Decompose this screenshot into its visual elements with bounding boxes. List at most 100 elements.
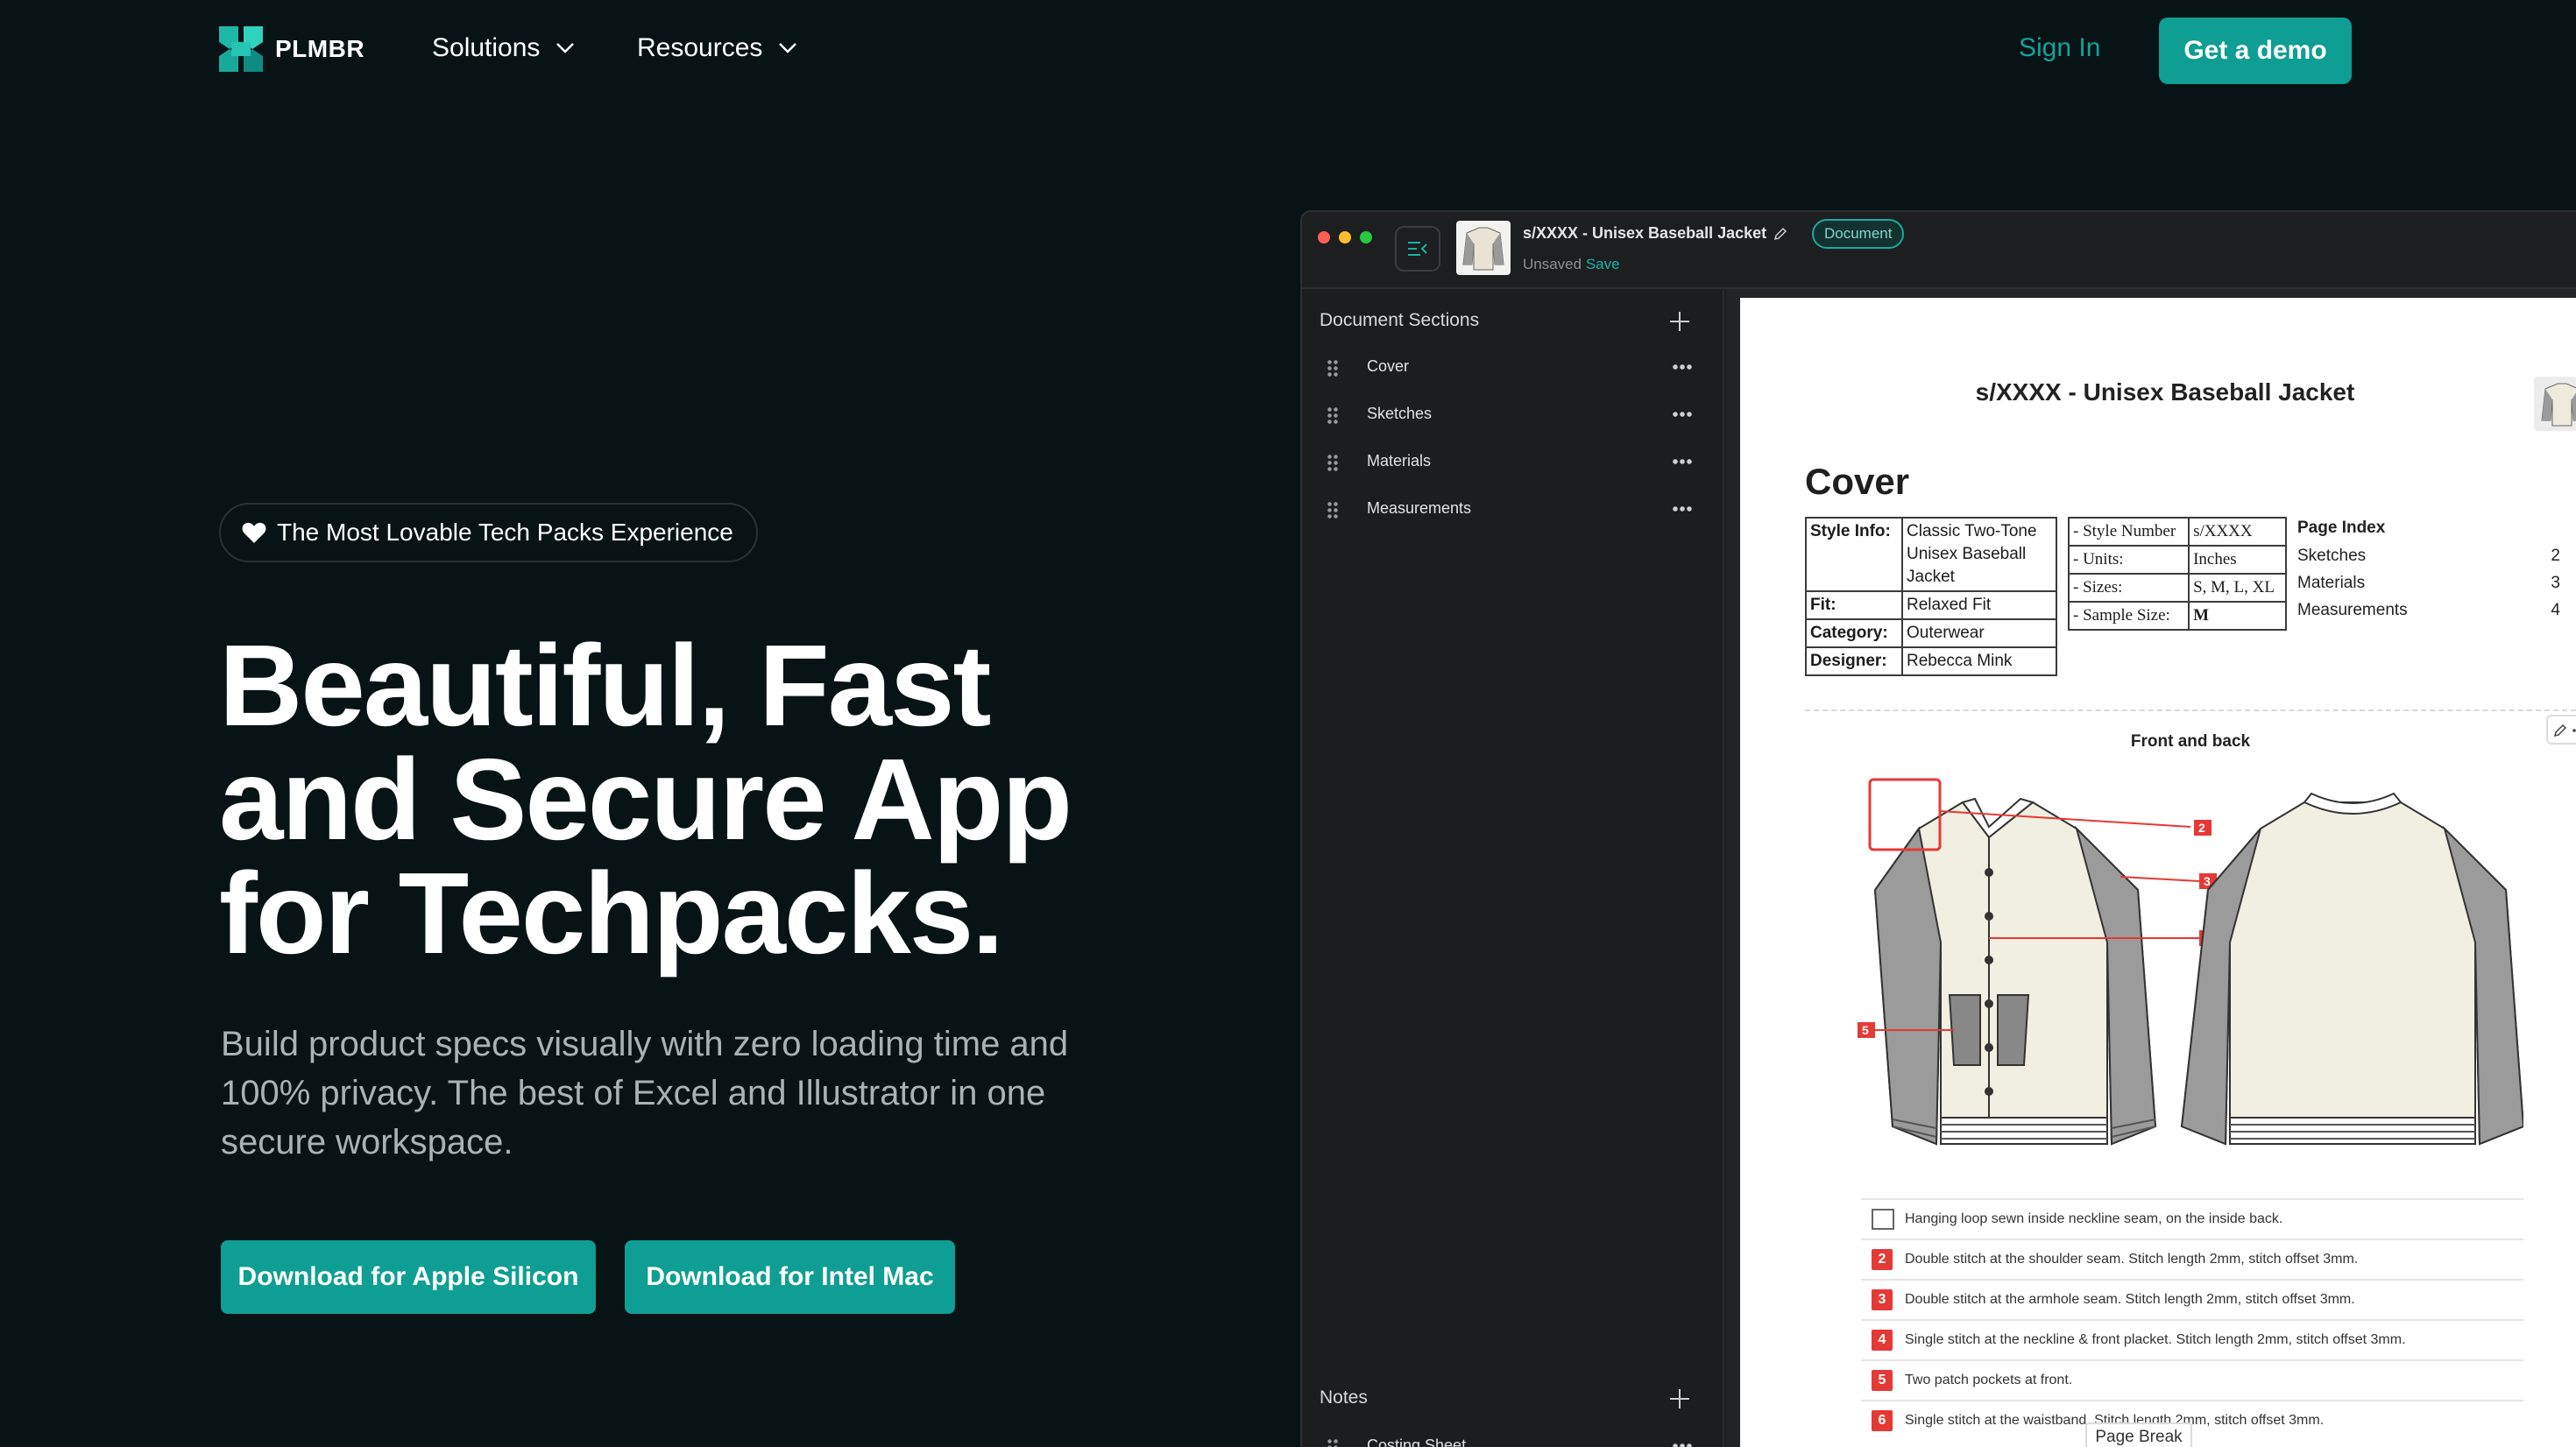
style-info-table[interactable]: Style Info: Classic Two-Tone Unisex Base… <box>1805 517 2057 676</box>
close-window-icon[interactable] <box>1318 231 1330 244</box>
headline-line-2: and Secure App <box>219 735 1072 864</box>
unsaved-label: Unsaved <box>1523 256 1582 272</box>
sketch-title: Front and back <box>2130 732 2251 751</box>
drag-handle-icon[interactable] <box>1327 454 1339 471</box>
get-demo-button[interactable]: Get a demo <box>2159 18 2352 84</box>
note-number: 6 <box>1872 1410 1893 1431</box>
note-item-costing-sheet[interactable]: Costing Sheet <box>1302 1429 1724 1447</box>
hanging-loop-icon <box>1872 1209 1894 1230</box>
table-value: Relaxed Fit <box>1901 590 2057 620</box>
minimize-window-icon[interactable] <box>1339 231 1351 244</box>
heart-icon <box>242 522 266 543</box>
table-value: Outerwear <box>1901 618 2057 648</box>
more-options-icon[interactable] <box>1672 1443 1693 1447</box>
sidebar-toggle-button[interactable] <box>1395 226 1440 272</box>
nav-solutions-label: Solutions <box>432 33 541 62</box>
brand-name: PLMBR <box>275 35 365 62</box>
drag-handle-icon[interactable] <box>1327 501 1339 519</box>
document-page: s/XXXX - Unisex Baseball Jacket Cover St… <box>1740 298 2576 1447</box>
more-options-icon[interactable] <box>1672 459 1693 464</box>
download-apple-silicon-button[interactable]: Download for Apple Silicon <box>221 1240 596 1314</box>
brand-logo[interactable]: PLMBR <box>219 26 364 72</box>
page-index-number: 4 <box>2551 601 2560 619</box>
table-value: Rebecca Mink <box>1901 646 2057 676</box>
table-row: - Units: Inches <box>2067 545 2287 575</box>
back-jacket-drawing <box>2180 792 2523 1146</box>
hero-badge: The Most Lovable Tech Packs Experience <box>219 503 758 562</box>
pencil-icon[interactable] <box>1773 227 1787 241</box>
page-index-row[interactable]: Materials 3 <box>2297 574 2560 593</box>
note-text: Hanging loop sewn inside neckline seam, … <box>1905 1211 2283 1226</box>
page-index-row[interactable]: Measurements 4 <box>2297 601 2560 620</box>
add-note-icon[interactable] <box>1670 1389 1689 1408</box>
table-key: - Style Number <box>2067 517 2190 547</box>
notes-heading: Notes <box>1320 1387 1368 1408</box>
table-row: - Style Number s/XXXX <box>2067 517 2287 547</box>
more-options-icon[interactable] <box>1672 412 1693 417</box>
page-index-number: 3 <box>2551 574 2560 592</box>
download-intel-mac-button[interactable]: Download for Intel Mac <box>625 1240 955 1314</box>
list-item[interactable]: 3 Double stitch at the armhole seam. Sti… <box>1861 1279 2523 1319</box>
section-label: Cover <box>1367 357 1410 375</box>
more-options-icon[interactable] <box>1672 364 1693 370</box>
note-number: 2 <box>1872 1249 1893 1270</box>
list-item[interactable]: 2 Double stitch at the shoulder seam. St… <box>1861 1239 2523 1279</box>
drag-handle-icon[interactable] <box>1327 1438 1339 1447</box>
chevron-down-icon <box>779 43 797 53</box>
page-title: s/XXXX - Unisex Baseball Jacket <box>1975 378 2355 406</box>
nav-resources[interactable]: Resources <box>637 33 797 63</box>
table-key: Style Info: <box>1805 517 1903 592</box>
page-index-row[interactable]: Sketches 2 <box>2297 547 2560 566</box>
table-key: - Sample Size: <box>2067 601 2190 631</box>
callout-5: 5 <box>1862 1023 1869 1037</box>
page-index-name: Materials <box>2297 574 2366 592</box>
sketch-notes-list: Hanging loop sewn inside neckline seam, … <box>1861 1198 2523 1440</box>
section-item-measurements[interactable]: Measurements <box>1302 492 1724 527</box>
section-item-sketches[interactable]: Sketches <box>1302 398 1724 433</box>
section-item-cover[interactable]: Cover <box>1302 350 1724 385</box>
top-nav: PLMBR Solutions Resources Sign In Get a … <box>0 0 2576 102</box>
save-link[interactable]: Save <box>1586 256 1620 272</box>
sidebar-collapse-icon <box>1408 242 1427 256</box>
add-section-icon[interactable] <box>1670 312 1689 331</box>
list-item[interactable]: 6 Single stitch at the waistband. Stitch… <box>1861 1400 2523 1440</box>
jacket-flat-sketch[interactable]: 2 3 4 5 6 <box>1858 776 2523 1179</box>
callout-2: 2 <box>2198 821 2205 835</box>
page-index-title: Page Index <box>2297 519 2386 537</box>
table-row: Designer: Rebecca Mink <box>1805 646 2057 676</box>
note-number: 3 <box>1872 1289 1893 1310</box>
save-status: Unsaved Save <box>1523 256 1620 273</box>
app-window-preview: s/XXXX - Unisex Baseball Jacket Document… <box>1300 210 2576 1447</box>
table-key: Designer: <box>1805 646 1903 676</box>
spec-details-table[interactable]: - Style Number s/XXXX - Units: Inches - … <box>2067 517 2287 631</box>
note-number: 4 <box>1872 1330 1893 1351</box>
maximize-window-icon[interactable] <box>1360 231 1372 244</box>
document-type-badge: Document <box>1812 219 1905 249</box>
list-item[interactable]: Hanging loop sewn inside neckline seam, … <box>1861 1198 2523 1239</box>
page-break-button[interactable]: Page Break <box>2085 1422 2192 1447</box>
section-label: Materials <box>1367 452 1432 469</box>
note-text: Two patch pockets at front. <box>1905 1373 2073 1387</box>
note-text: Double stitch at the armhole seam. Stitc… <box>1905 1292 2355 1307</box>
table-row: Style Info: Classic Two-Tone Unisex Base… <box>1805 517 2057 592</box>
note-text: Single stitch at the neckline & front pl… <box>1905 1332 2406 1347</box>
sign-in-link[interactable]: Sign In <box>2019 33 2100 63</box>
drag-handle-icon[interactable] <box>1327 359 1339 377</box>
document-thumbnail[interactable] <box>1456 221 1511 275</box>
sections-heading: Document Sections <box>1320 310 1480 330</box>
hero-badge-text: The Most Lovable Tech Packs Experience <box>277 519 733 546</box>
table-row: - Sizes: S, M, L, XL <box>2067 573 2287 603</box>
list-item[interactable]: 5 Two patch pockets at front. <box>1861 1359 2523 1400</box>
drag-handle-icon[interactable] <box>1327 406 1339 424</box>
document-title[interactable]: s/XXXX - Unisex Baseball Jacket <box>1523 224 1787 243</box>
sketch-block[interactable]: Front and back 2 3 5 Hanging loop sewn i… <box>1805 709 2576 1447</box>
page-index-name: Sketches <box>2297 547 2367 565</box>
nav-solutions[interactable]: Solutions <box>432 33 575 63</box>
hero-subtitle: Build product specs visually with zero l… <box>221 1025 1069 1161</box>
window-titlebar: s/XXXX - Unisex Baseball Jacket Document… <box>1302 212 2576 289</box>
note-label: Costing Sheet <box>1367 1436 1467 1447</box>
more-options-icon[interactable] <box>1672 506 1693 512</box>
section-item-materials[interactable]: Materials <box>1302 445 1724 480</box>
page-thumbnail-image <box>2534 377 2576 431</box>
list-item[interactable]: 4 Single stitch at the neckline & front … <box>1861 1319 2523 1359</box>
